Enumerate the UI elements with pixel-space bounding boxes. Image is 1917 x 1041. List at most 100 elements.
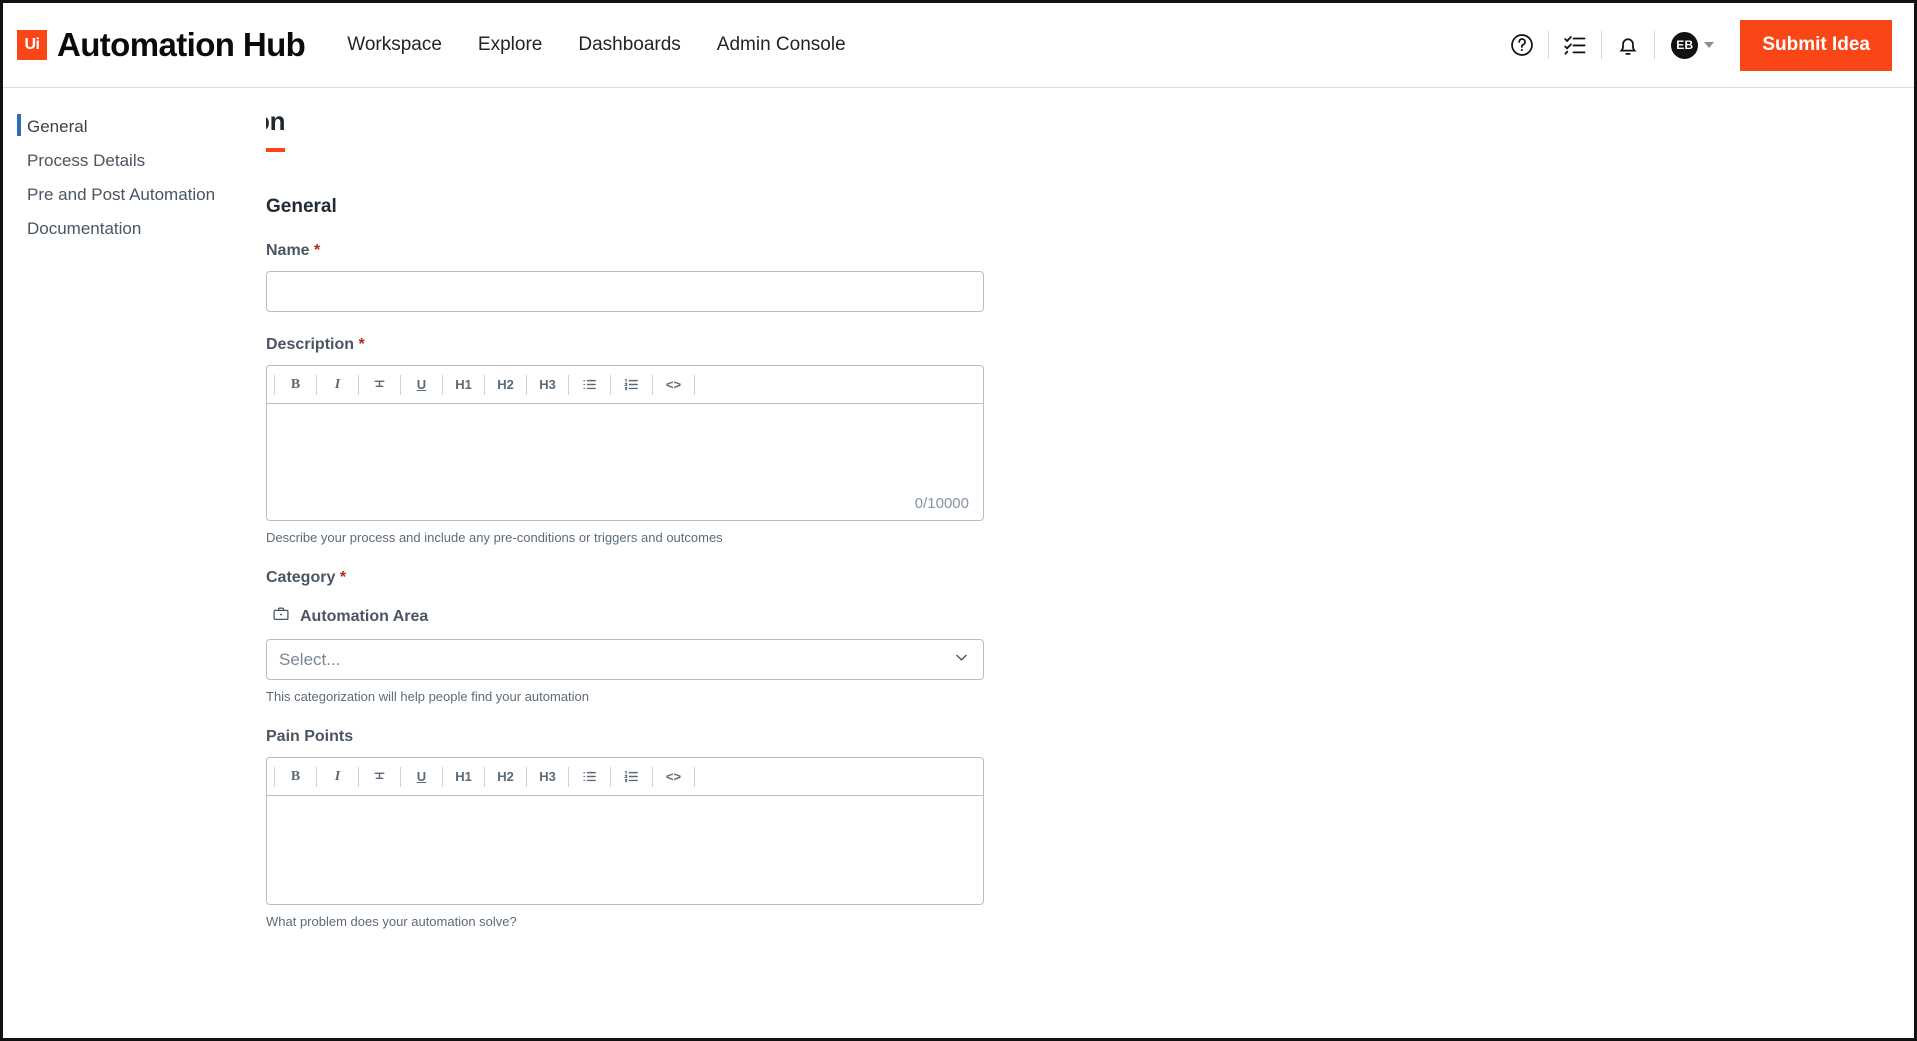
heading-1-icon[interactable]: H1 — [446, 372, 481, 398]
active-indicator — [17, 148, 21, 170]
bullet-list-icon[interactable] — [572, 372, 607, 398]
automation-area-select-value: Select... — [279, 649, 341, 669]
strikethrough-icon[interactable] — [362, 372, 397, 398]
description-toolbar: B I U H1 H2 H3 <> — [266, 365, 984, 403]
top-header: Ui Automation Hub Workspace Explore Dash… — [3, 3, 1914, 88]
uipath-logo-icon: Ui — [17, 30, 47, 60]
field-category: Category * Automation Area Select... Thi… — [266, 569, 1914, 704]
toolbar-separator — [316, 374, 317, 395]
code-block-icon[interactable]: <> — [656, 764, 691, 790]
sidebar-item-pre-and-post-automation[interactable]: Pre and Post Automation — [3, 178, 266, 211]
user-menu[interactable]: EB — [1655, 31, 1726, 59]
page-title: Share your Automation — [266, 106, 286, 152]
category-helper-text: This categorization will help people fin… — [266, 689, 590, 704]
toolbar-separator — [526, 374, 527, 395]
heading-1-icon[interactable]: H1 — [446, 764, 481, 790]
field-name: Name * — [266, 242, 1914, 312]
brand-logo[interactable]: Ui Automation Hub — [17, 26, 306, 64]
description-character-counter: 0/10000 — [914, 495, 969, 512]
header-actions: EB Submit Idea — [1496, 19, 1892, 71]
toolbar-separator — [484, 374, 485, 395]
app-window: Ui Automation Hub Workspace Explore Dash… — [0, 0, 1917, 1041]
toolbar-separator — [274, 374, 275, 395]
automation-area-select[interactable]: Select... — [266, 639, 984, 680]
submit-idea-button[interactable]: Submit Idea — [1740, 19, 1892, 71]
underline-icon[interactable]: U — [404, 764, 439, 790]
toolbar-separator — [316, 766, 317, 787]
page-body: General Process Details Pre and Post Aut… — [3, 88, 1914, 1037]
heading-2-icon[interactable]: H2 — [488, 764, 523, 790]
toolbar-separator — [652, 766, 653, 787]
general-form: General Name * Description * B I U H1 H2… — [266, 196, 1914, 929]
description-textarea[interactable]: 0/10000 — [266, 403, 984, 521]
bullet-list-icon[interactable] — [572, 764, 607, 790]
active-indicator — [17, 216, 21, 238]
nav-item-workspace[interactable]: Workspace — [347, 34, 442, 56]
section-title-general: General — [266, 196, 337, 217]
strikethrough-icon[interactable] — [362, 764, 397, 790]
category-label-text: Category — [266, 569, 336, 586]
avatar: EB — [1671, 31, 1699, 59]
description-label: Description * — [266, 336, 1914, 354]
underline-icon[interactable]: U — [404, 372, 439, 398]
field-description: Description * B I U H1 H2 H3 <> 0/10000 … — [266, 336, 1914, 545]
heading-3-icon[interactable]: H3 — [530, 764, 565, 790]
automation-area-select-wrap: Select... — [266, 639, 984, 680]
pain-points-helper-text: What problem does your automation solve? — [266, 914, 517, 929]
briefcase-icon — [272, 605, 290, 628]
heading-2-icon[interactable]: H2 — [488, 372, 523, 398]
checklist-icon[interactable] — [1549, 23, 1601, 67]
numbered-list-icon[interactable] — [614, 372, 649, 398]
sidebar-item-label: Process Details — [27, 150, 146, 170]
toolbar-separator — [358, 374, 359, 395]
name-input[interactable] — [266, 271, 984, 312]
nav-item-dashboards[interactable]: Dashboards — [578, 34, 680, 56]
pain-points-editor: B I U H1 H2 H3 <> — [266, 757, 984, 905]
toolbar-separator — [568, 374, 569, 395]
sidebar-item-process-details[interactable]: Process Details — [3, 144, 266, 177]
toolbar-separator — [274, 766, 275, 787]
form-content: Share your Automation General Name * Des… — [266, 88, 1914, 1037]
sidebar-item-documentation[interactable]: Documentation — [3, 212, 266, 245]
code-block-icon[interactable]: <> — [656, 372, 691, 398]
nav-item-explore[interactable]: Explore — [478, 34, 542, 56]
bell-icon[interactable] — [1602, 23, 1654, 67]
chevron-down-icon — [1704, 42, 1715, 48]
sidebar-item-label: Documentation — [27, 218, 142, 238]
toolbar-separator — [652, 374, 653, 395]
required-asterisk: * — [314, 242, 321, 259]
heading-3-icon[interactable]: H3 — [530, 372, 565, 398]
nav-item-admin-console[interactable]: Admin Console — [717, 34, 846, 56]
main-nav: Workspace Explore Dashboards Admin Conso… — [347, 34, 845, 56]
automation-area-row: Automation Area — [272, 605, 1914, 628]
required-asterisk: * — [358, 336, 365, 353]
italic-icon[interactable]: I — [320, 764, 355, 790]
description-label-text: Description — [266, 336, 355, 353]
toolbar-separator — [526, 766, 527, 787]
bold-icon[interactable]: B — [278, 372, 313, 398]
toolbar-separator — [442, 766, 443, 787]
field-pain-points: Pain Points B I U H1 H2 H3 <> What probl… — [266, 728, 1914, 929]
toolbar-separator — [694, 766, 695, 787]
brand-title: Automation Hub — [57, 26, 306, 63]
toolbar-separator — [400, 766, 401, 787]
active-indicator — [17, 114, 21, 136]
pain-points-textarea[interactable] — [266, 795, 984, 905]
toolbar-separator — [568, 766, 569, 787]
pain-points-toolbar: B I U H1 H2 H3 <> — [266, 757, 984, 795]
toolbar-separator — [610, 766, 611, 787]
sidebar-item-general[interactable]: General — [3, 110, 266, 143]
required-asterisk: * — [339, 569, 347, 586]
category-label: Category * — [266, 569, 1914, 587]
help-circle-icon[interactable] — [1496, 23, 1548, 67]
toolbar-separator — [610, 374, 611, 395]
italic-icon[interactable]: I — [320, 372, 355, 398]
toolbar-separator — [400, 374, 401, 395]
description-editor: B I U H1 H2 H3 <> 0/10000 — [266, 365, 984, 521]
name-label-text: Name — [266, 242, 310, 259]
pain-points-label: Pain Points — [266, 728, 354, 745]
active-indicator — [17, 182, 21, 204]
toolbar-separator — [358, 766, 359, 787]
numbered-list-icon[interactable] — [614, 764, 649, 790]
bold-icon[interactable]: B — [278, 764, 313, 790]
